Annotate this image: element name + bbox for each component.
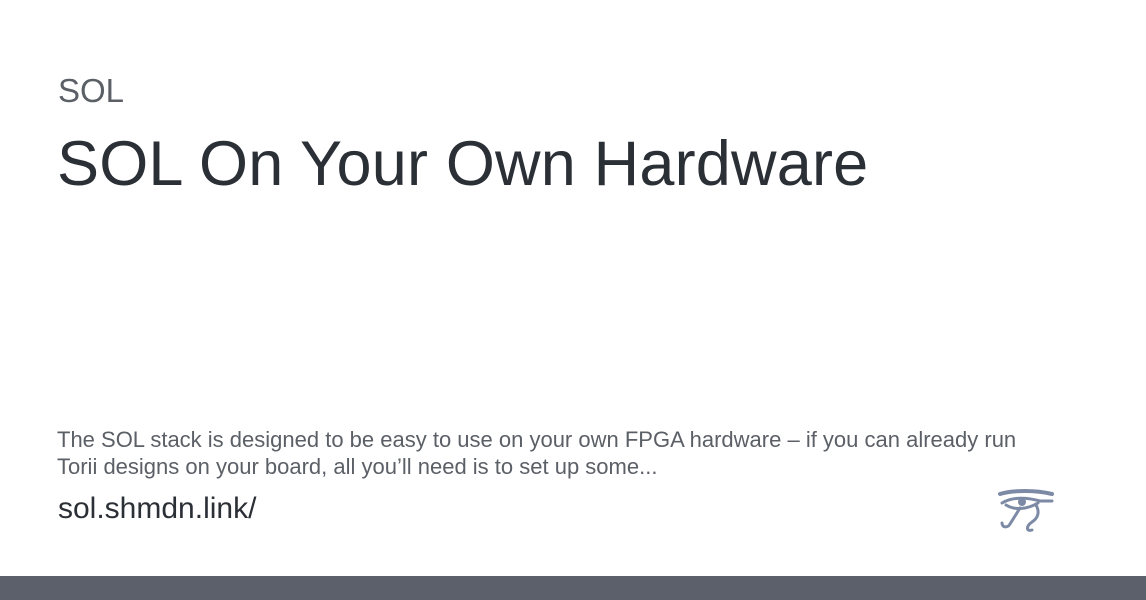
link-preview-card[interactable]: SOL SOL On Your Own Hardware The SOL sta… bbox=[0, 0, 1146, 600]
page-title[interactable]: SOL On Your Own Hardware bbox=[57, 129, 868, 199]
bottom-bar bbox=[0, 576, 1146, 600]
eye-of-horus-icon bbox=[996, 488, 1056, 532]
site-url-link[interactable]: sol.shmdn.link/ bbox=[58, 492, 256, 525]
site-name: SOL bbox=[58, 72, 125, 109]
page-description: The SOL stack is designed to be easy to … bbox=[57, 427, 1017, 479]
